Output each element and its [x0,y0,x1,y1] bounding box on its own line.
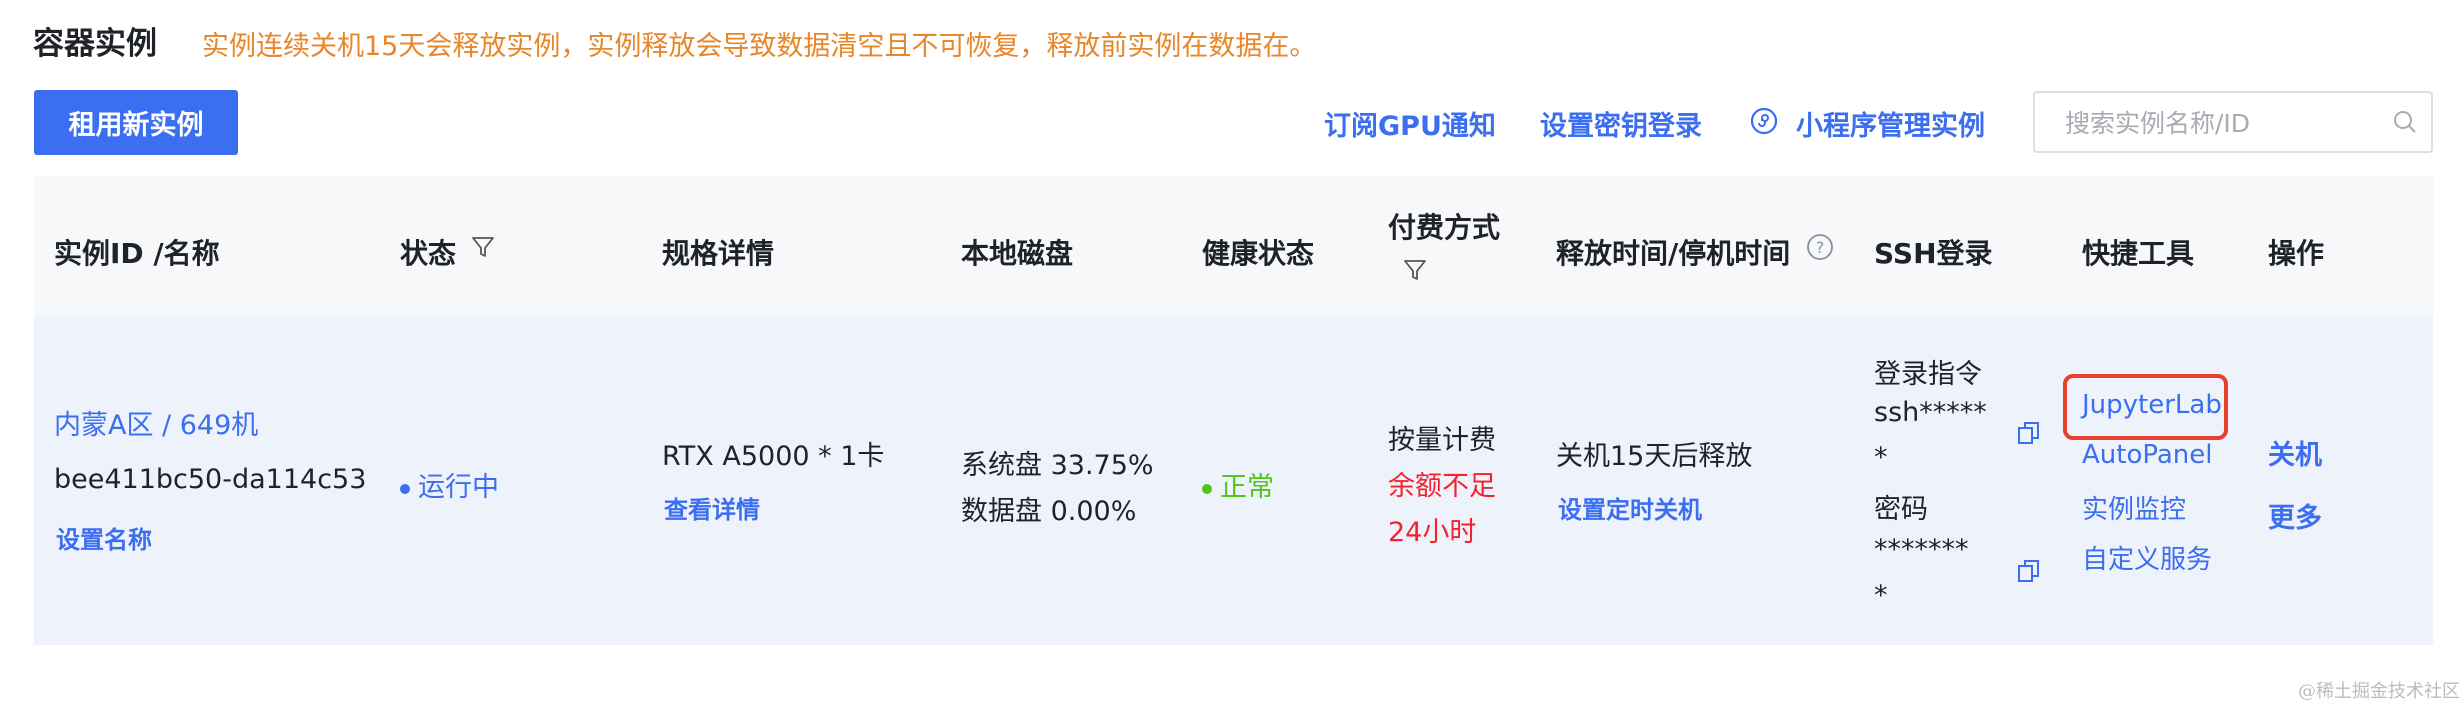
release-text: 关机15天后释放 [1556,441,1753,472]
col-ops: 操作 [2268,237,2325,270]
spec-text: RTX A5000 * 1卡 [662,441,885,472]
page-title: 容器实例 [33,26,157,62]
copy-ssh-cmd-icon[interactable] [2017,420,2041,446]
billing-warning-2: 24小时 [1388,517,1477,548]
set-name-link[interactable]: 设置名称 [56,520,152,555]
ssh-pwd-value: ******* [1874,534,1969,565]
col-spec: 规格详情 [662,237,775,270]
search-box[interactable] [2033,91,2433,153]
tool-autopanel[interactable]: AutoPanel [2082,440,2213,470]
search-input[interactable] [2063,93,2387,153]
tool-custom-service[interactable]: 自定义服务 [2082,539,2212,576]
rent-new-instance-button[interactable]: 租用新实例 [34,90,238,155]
tool-instance-monitor[interactable]: 实例监控 [2082,489,2186,526]
health-text: 正常 [1220,472,1274,503]
copy-ssh-pwd-icon[interactable] [2017,558,2041,584]
search-icon[interactable] [2391,108,2419,136]
col-disk: 本地磁盘 [961,237,1074,270]
status-text: 运行中 [418,472,499,503]
help-icon[interactable]: ? [1806,233,1834,261]
svg-text:?: ? [1816,238,1825,257]
instance-id: bee411bc50-da114c53 [54,464,367,495]
mini-program-link[interactable]: 小程序管理实例 [1796,104,1985,143]
tool-jupyterlab[interactable]: JupyterLab [2082,390,2222,420]
billing-type: 按量计费 [1388,425,1496,456]
set-key-login-link[interactable]: 设置密钥登录 [1540,104,1702,143]
col-instance: 实例ID /名称 [54,237,220,270]
view-detail-link[interactable]: 查看详情 [664,490,760,525]
ssh-pwd-label: 密码 [1874,494,1928,525]
disk-data: 数据盘 0.00% [961,496,1137,527]
status-filter-icon[interactable] [470,234,496,260]
ssh-cmd-value: ssh***** [1874,397,1987,428]
col-billing: 付费方式 [1388,211,1501,244]
ssh-cmd-label: 登录指令 [1874,359,1982,390]
billing-filter-icon[interactable] [1402,257,1428,283]
col-status: 状态 [400,237,457,270]
more-button[interactable]: 更多 [2268,496,2322,535]
subscribe-gpu-link[interactable]: 订阅GPU通知 [1324,104,1496,143]
disk-system: 系统盘 33.75% [961,450,1154,481]
col-release: 释放时间/停机时间 [1556,237,1791,270]
billing-warning-1: 余额不足 [1388,471,1496,502]
mini-program-icon[interactable] [1749,106,1779,136]
ssh-cmd-value-cont: * [1874,442,1888,473]
shutdown-button[interactable]: 关机 [2268,433,2322,472]
status-dot [400,483,410,494]
health-badge: 正常 [1202,465,1274,504]
set-timed-shutdown-link[interactable]: 设置定时关机 [1558,490,1702,525]
watermark: @稀土掘金技术社区 [2298,681,2460,702]
col-health: 健康状态 [1202,237,1315,270]
col-tools: 快捷工具 [2082,237,2195,270]
status-badge: 运行中 [400,465,499,504]
col-ssh: SSH登录 [1874,237,1993,270]
instance-region-link[interactable]: 内蒙A区 / 649机 [54,403,258,442]
health-dot [1202,483,1212,494]
ssh-pwd-value-cont: * [1874,580,1888,611]
release-notice: 实例连续关机15天会释放实例，实例释放会导致数据清空且不可恢复，释放前实例在数据… [202,31,1317,62]
